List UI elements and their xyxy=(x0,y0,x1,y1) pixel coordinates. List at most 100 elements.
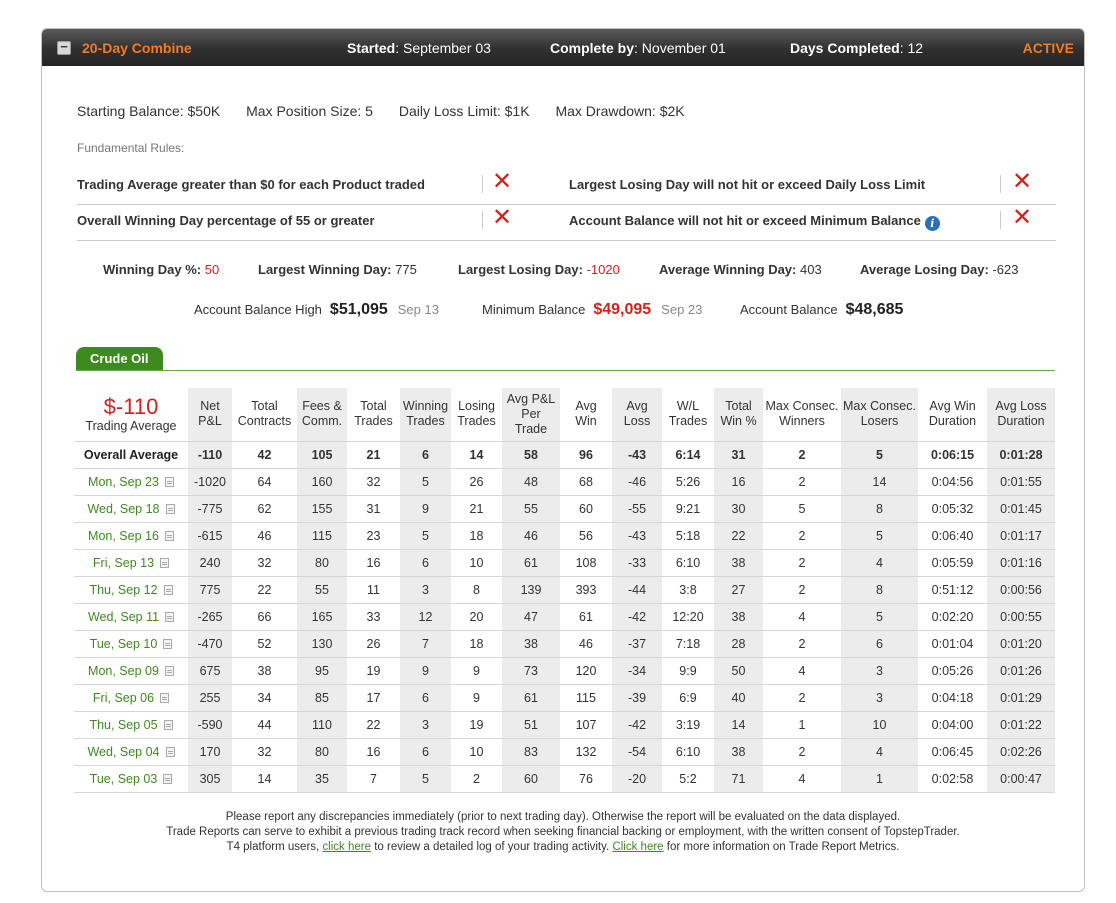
day-label[interactable]: Fri, Sep 13 xyxy=(93,556,154,570)
day-label[interactable]: Mon, Sep 23 xyxy=(88,475,159,489)
column-header: Total Win % xyxy=(714,388,763,441)
table-cell: 0:01:17 xyxy=(987,522,1055,550)
table-cell: 5 xyxy=(400,522,451,550)
column-header: Max Consec. Losers xyxy=(841,388,918,441)
report-detail-icon[interactable] xyxy=(165,746,175,757)
table-cell: -55 xyxy=(612,495,662,523)
table-cell: 32 xyxy=(347,468,400,496)
balance-label: Account Balance High xyxy=(194,302,322,317)
info-icon[interactable]: i xyxy=(924,216,940,231)
account-balance: Account Balance $48,685 xyxy=(740,301,903,319)
table-cell: 4 xyxy=(763,657,841,685)
table-cell: 22 xyxy=(714,522,763,550)
table-cell: 130 xyxy=(297,630,347,658)
table-cell: 95 xyxy=(297,657,347,685)
status-badge: ACTIVE xyxy=(1022,40,1074,56)
column-header: Avg Win xyxy=(560,388,612,441)
table-cell: 6 xyxy=(400,738,451,766)
table-cell: 64 xyxy=(232,468,297,496)
rule-row: Trading Average greater than $0 for each… xyxy=(77,169,1056,205)
report-detail-icon[interactable] xyxy=(160,692,170,703)
table-cell: -265 xyxy=(188,603,232,631)
balance-value: $49,095 xyxy=(593,301,652,318)
column-header-line: Total xyxy=(360,399,387,414)
column-header: Avg Win Duration xyxy=(918,388,987,441)
balance-value: $48,685 xyxy=(845,301,904,318)
column-header: Max Consec. Winners xyxy=(763,388,841,441)
collapse-icon[interactable]: − xyxy=(57,40,71,55)
table-cell: -470 xyxy=(188,630,232,658)
table-cell: 4 xyxy=(841,738,918,766)
rule-text: Largest Losing Day will not hit or excee… xyxy=(569,177,926,192)
report-detail-icon[interactable] xyxy=(164,665,174,676)
starting-balance: Starting Balance: $50K xyxy=(77,103,221,119)
table-cell: 170 xyxy=(188,738,232,766)
day-label[interactable]: Wed, Sep 04 xyxy=(87,745,159,759)
rules-list: Trading Average greater than $0 for each… xyxy=(77,169,1056,241)
table-cell: 0:01:20 xyxy=(987,630,1055,658)
table-cell: 2 xyxy=(451,765,502,793)
table-cell: 61 xyxy=(502,549,560,577)
table-cell: 38 xyxy=(232,657,297,685)
table-cell: 80 xyxy=(297,549,347,577)
table-cell: 17 xyxy=(347,684,400,712)
day-label[interactable]: Thu, Sep 12 xyxy=(89,583,157,597)
report-detail-icon[interactable] xyxy=(163,584,173,595)
report-detail-icon[interactable] xyxy=(160,557,170,568)
table-cell: 5 xyxy=(400,765,451,793)
table-cell: 305 xyxy=(188,765,232,793)
rule-text: Account Balance will not hit or exceed M… xyxy=(569,213,921,228)
report-detail-icon[interactable] xyxy=(164,530,174,541)
table-cell: 2 xyxy=(763,440,841,469)
day-cell: Mon, Sep 23 xyxy=(74,468,188,496)
day-label[interactable]: Thu, Sep 05 xyxy=(89,718,157,732)
table-row: Fri, Sep 13 240 32 80 16 6 10 61 108 -33 6:10 38 2 4 0… xyxy=(74,549,1055,577)
footer-line: Please report any discrepancies immediat… xyxy=(225,811,901,823)
table-row: Thu, Sep 12 775 22 55 11 3 8 139 393 -44 3:8 27 2 8 0:… xyxy=(74,576,1055,604)
table-cell: 83 xyxy=(502,738,560,766)
table-cell: 46 xyxy=(502,522,560,550)
table-row: Fri, Sep 06 255 34 85 17 6 9 61 115 -39 6:9 40 2 3 0:0… xyxy=(74,684,1055,712)
table-cell: 115 xyxy=(297,522,347,550)
report-detail-icon[interactable] xyxy=(165,503,175,514)
largest-losing-day: Largest Losing Day: -1020 xyxy=(458,262,620,277)
day-label[interactable]: Fri, Sep 06 xyxy=(93,691,154,705)
tab-crude-oil[interactable]: Crude Oil xyxy=(76,347,163,370)
average-losing-day: Average Losing Day: -623 xyxy=(860,262,1019,277)
report-detail-icon[interactable] xyxy=(163,638,173,649)
table-cell: 0:02:26 xyxy=(987,738,1055,766)
day-label[interactable]: Wed, Sep 18 xyxy=(87,502,159,516)
trading-average-cell: $-110 Trading Average xyxy=(74,388,188,441)
table-cell: 9 xyxy=(451,684,502,712)
table-cell: -42 xyxy=(612,603,662,631)
balance-value: $51,095 xyxy=(329,301,388,318)
table-cell: 12 xyxy=(400,603,451,631)
table-cell: 255 xyxy=(188,684,232,712)
table-cell: 2 xyxy=(763,522,841,550)
table-cell: 19 xyxy=(347,657,400,685)
report-detail-icon[interactable] xyxy=(164,476,174,487)
click-here-link-log[interactable]: click here xyxy=(322,841,371,853)
day-cell: Mon, Sep 16 xyxy=(74,522,188,550)
day-cell: Fri, Sep 13 xyxy=(74,549,188,577)
report-detail-icon[interactable] xyxy=(165,611,175,622)
day-label[interactable]: Mon, Sep 16 xyxy=(88,529,159,543)
report-detail-icon[interactable] xyxy=(163,773,173,784)
day-label[interactable]: Tue, Sep 03 xyxy=(90,772,158,786)
combine-header: − 20-Day Combine Started: September 03 C… xyxy=(42,29,1084,66)
daily-loss-limit: Daily Loss Limit: $1K xyxy=(398,103,530,119)
table-cell: 0:01:29 xyxy=(987,684,1055,712)
day-label[interactable]: Mon, Sep 09 xyxy=(88,664,159,678)
table-cell: 3:19 xyxy=(662,711,714,739)
click-here-link-metrics[interactable]: Click here xyxy=(612,841,663,853)
table-cell: 8 xyxy=(451,576,502,604)
table-cell: 31 xyxy=(347,495,400,523)
day-label[interactable]: Tue, Sep 10 xyxy=(90,637,158,651)
day-label[interactable]: Wed, Sep 11 xyxy=(88,610,159,624)
average-winning-day: Average Winning Day: 403 xyxy=(659,262,822,277)
column-header-line: Fees & xyxy=(302,399,342,414)
rule-row: Overall Winning Day percentage of 55 or … xyxy=(77,205,1056,241)
report-detail-icon[interactable] xyxy=(163,719,173,730)
overall-average-row: Overall Average -110 42 105 21 6 14 58 96 -43 6:14… xyxy=(74,440,1055,469)
table-row: Wed, Sep 18 -775 62 155 31 9 21 55 60 -55 9:21 30 5 8… xyxy=(74,495,1055,523)
